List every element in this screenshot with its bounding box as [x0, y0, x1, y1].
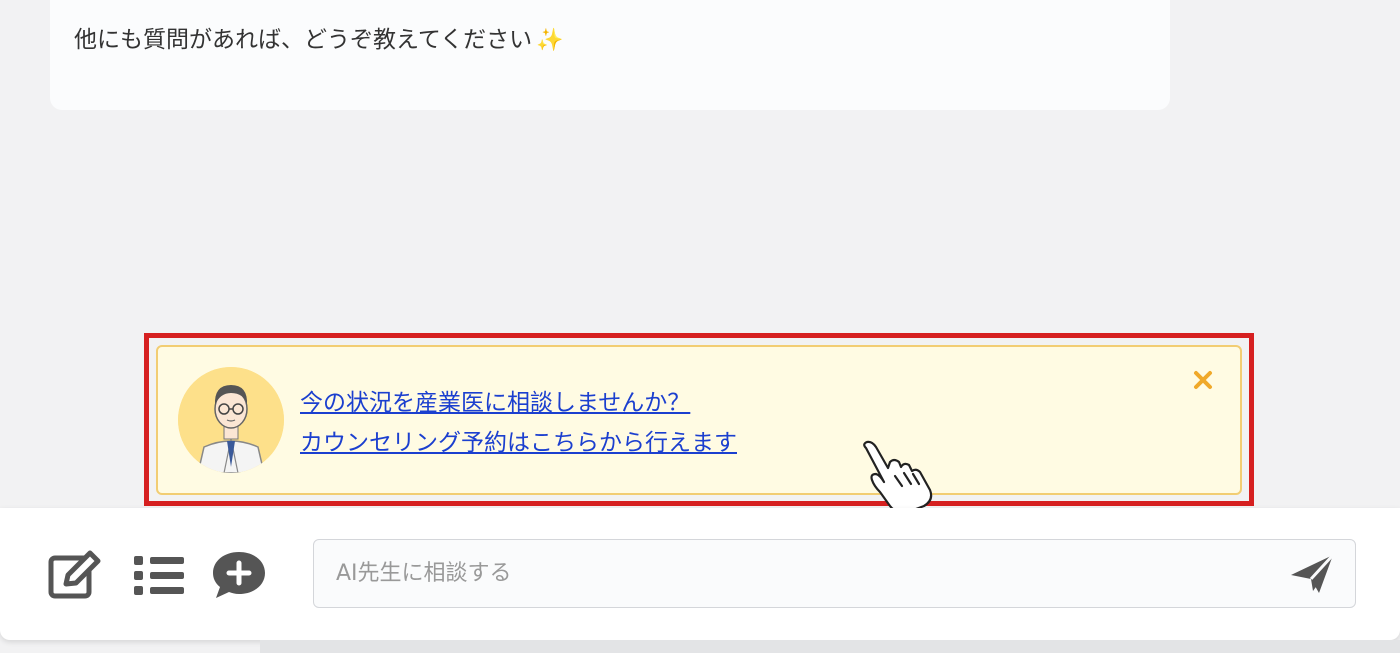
message-bubble: 他にも質問があれば、どうぞ教えてください ✨	[50, 0, 1170, 110]
add-comment-icon[interactable]	[210, 548, 268, 602]
sparkle-icon: ✨	[536, 28, 564, 53]
message-body: 他にも質問があれば、どうぞ教えてください	[74, 27, 533, 53]
composer-bar	[0, 508, 1400, 640]
counseling-link-line2[interactable]: カウンセリング予約はこちらから行えます	[300, 423, 737, 457]
close-icon[interactable]	[1190, 367, 1216, 393]
chat-input-box	[313, 539, 1356, 608]
message-text: 他にも質問があれば、どうぞ教えてください ✨	[74, 20, 564, 54]
list-icon[interactable]	[130, 548, 188, 602]
chat-screen: 他にも質問があれば、どうぞ教えてください ✨ 今の状況を産業医に相談しませんか？…	[0, 0, 1400, 653]
pointer-hand-icon	[852, 440, 938, 514]
chat-input[interactable]	[336, 540, 1276, 606]
send-icon[interactable]	[1289, 553, 1335, 595]
background-strip	[260, 640, 1400, 653]
doctor-avatar-icon	[178, 367, 284, 473]
counseling-link-line1[interactable]: 今の状況を産業医に相談しませんか？	[300, 383, 690, 417]
counseling-banner: 今の状況を産業医に相談しませんか？ カウンセリング予約はこちらから行えます	[156, 345, 1242, 495]
edit-icon[interactable]	[46, 548, 104, 602]
